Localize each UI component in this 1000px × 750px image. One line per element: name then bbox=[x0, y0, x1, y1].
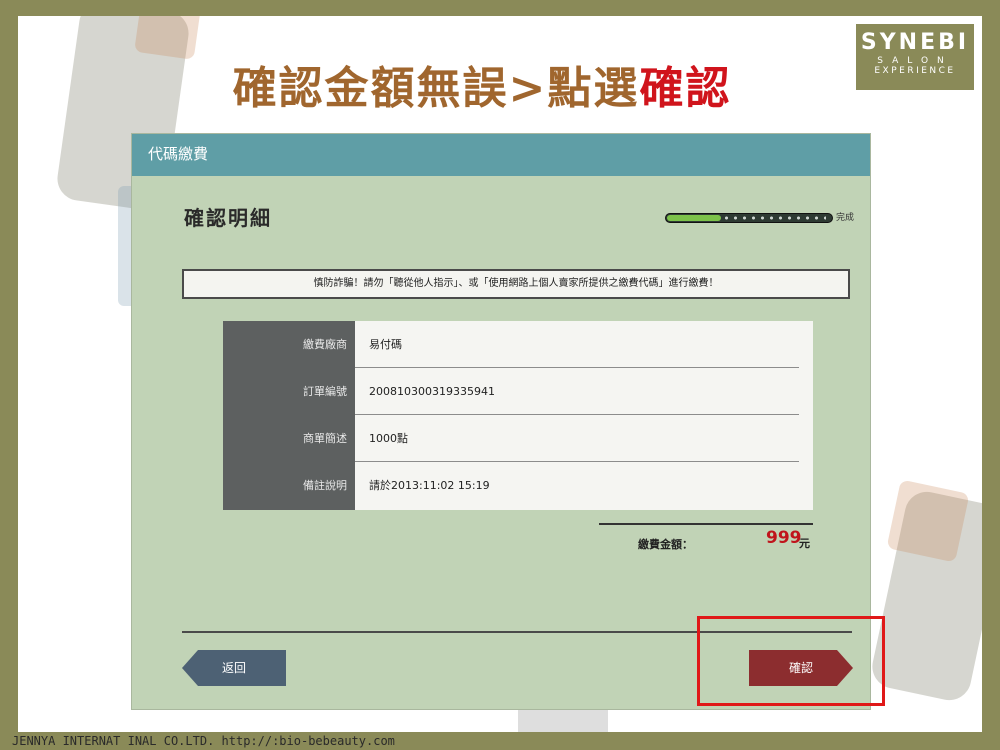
detail-labels-column: 繳費廠商 訂單編號 商單簡述 備註說明 bbox=[223, 321, 355, 510]
total-divider bbox=[599, 523, 813, 525]
window-title: 代碼繳費 bbox=[148, 145, 209, 163]
detail-table: 繳費廠商 訂單編號 商單簡述 備註說明 易付碼 2008103003193359… bbox=[223, 321, 813, 510]
detail-label-description: 商單簡述 bbox=[303, 432, 347, 445]
slide-title: 確認金額無誤>點選確認 bbox=[0, 52, 982, 116]
detail-value-description: 1000點 bbox=[355, 415, 799, 462]
detail-value-vendor: 易付碼 bbox=[355, 321, 799, 368]
total-label: 繳費金額： bbox=[638, 538, 693, 551]
progress-fill bbox=[667, 215, 721, 221]
detail-value-remarks: 請於2013:11:02 15:19 bbox=[369, 479, 490, 492]
detail-label-remarks: 備註說明 bbox=[303, 479, 347, 492]
progress-steps bbox=[722, 216, 826, 220]
fraud-warning-notice: 慎防詐騙！請勿「聽從他人指示」、或「使用網路上個人賣家所提供之繳費代碼」進行繳費… bbox=[182, 269, 850, 299]
slide-title-main: 確認金額無誤>點選 bbox=[232, 63, 640, 114]
page-heading: 確認明細 bbox=[184, 206, 272, 230]
total-amount: 999 bbox=[766, 528, 802, 548]
detail-values-column: 易付碼 2008103003193359​41 1000點 請於2013:11:… bbox=[355, 321, 813, 510]
slide-title-highlight: 確認 bbox=[639, 63, 732, 114]
detail-label-order-number: 訂單編號 bbox=[303, 385, 347, 398]
footer-text: JENNYA INTERNAT INAL CO.LTD. http://:bio… bbox=[12, 734, 395, 748]
product-cap-image bbox=[886, 479, 970, 563]
notice-text: 慎防詐騙！請勿「聽從他人指示」、或「使用網路上個人賣家所提供之繳費代碼」進行繳費… bbox=[313, 278, 719, 289]
progress-bar bbox=[665, 213, 833, 223]
progress-label: 完成 bbox=[836, 213, 855, 223]
detail-value-order-number: 2008103003193359​41 bbox=[355, 368, 799, 415]
confirm-highlight-box bbox=[697, 616, 885, 706]
back-button[interactable]: 返回 bbox=[182, 650, 286, 686]
window-header: 代碼繳費 bbox=[132, 134, 870, 176]
detail-label-vendor: 繳費廠商 bbox=[303, 338, 347, 351]
total-unit: 元 bbox=[799, 537, 810, 550]
